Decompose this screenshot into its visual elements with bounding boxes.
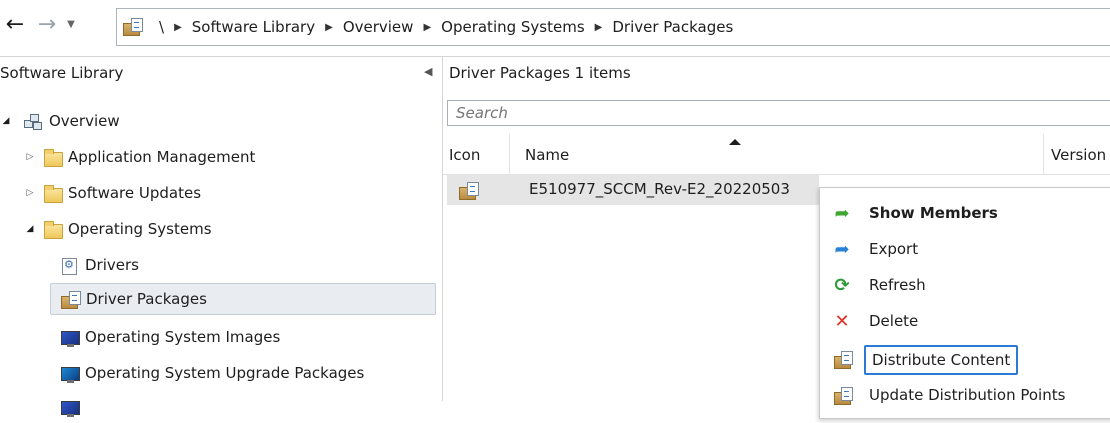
menu-item-label: Refresh: [869, 276, 926, 294]
expanded-triangle-icon[interactable]: ◢: [0, 116, 14, 126]
column-header: Icon Name Version: [443, 132, 1110, 175]
breadcrumb-item-operating-systems[interactable]: Operating Systems: [435, 18, 591, 36]
menu-item-label: Show Members: [869, 204, 998, 222]
menu-item-label: Export: [869, 240, 919, 258]
tree-item-label: Operating System Images: [85, 328, 281, 346]
collapsed-triangle-icon[interactable]: ▷: [22, 188, 38, 198]
tree-item-drivers[interactable]: Drivers: [60, 249, 139, 281]
back-arrow-icon[interactable]: ←: [2, 12, 28, 38]
tree-item-label: Overview: [49, 112, 120, 130]
breadcrumb[interactable]: \ ▶ Software Library ▶ Overview ▶ Operat…: [116, 8, 1110, 46]
sort-ascending-icon: [729, 139, 741, 145]
collapse-pane-icon[interactable]: ◀: [424, 65, 432, 78]
expanded-triangle-icon[interactable]: ◢: [22, 224, 38, 234]
menu-item-show-members[interactable]: ➦ Show Members: [820, 196, 1110, 232]
breadcrumb-separator-icon[interactable]: ▶: [591, 22, 607, 33]
export-icon: ➦: [834, 239, 850, 260]
refresh-icon: ⟳: [834, 275, 850, 296]
tree-item-operating-system-upgrade-packages[interactable]: Operating System Upgrade Packages: [60, 357, 364, 389]
history-dropdown-icon[interactable]: ▼: [64, 12, 78, 38]
context-menu: ➦ Show Members ➦ Export ⟳ Refresh ✕ Dele…: [819, 187, 1110, 419]
folder-icon: [43, 220, 63, 239]
update-distribution-points-icon: [832, 386, 853, 406]
pane-title: Software Library: [0, 64, 124, 82]
distribute-content-icon: [832, 350, 853, 370]
breadcrumb-item-driver-packages[interactable]: Driver Packages: [606, 18, 739, 36]
breadcrumb-root[interactable]: \: [143, 18, 170, 36]
menu-item-refresh[interactable]: ⟳ Refresh: [820, 268, 1110, 304]
os-image-icon: [60, 329, 80, 347]
breadcrumb-item-software-library[interactable]: Software Library: [186, 18, 321, 36]
list-title: Driver Packages 1 items: [449, 64, 631, 82]
tree-item-application-management[interactable]: ▷ Application Management: [22, 141, 255, 173]
driver-icon: [60, 257, 80, 275]
delete-icon: ✕: [834, 311, 850, 332]
console-icon: [123, 18, 143, 36]
menu-item-label: Distribute Content: [864, 345, 1019, 375]
row-name: E510977_SCCM_Rev-E2_20220503: [529, 180, 790, 198]
column-header-name[interactable]: Name: [525, 146, 569, 164]
search-input[interactable]: [447, 100, 1110, 126]
tree-item-software-updates[interactable]: ▷ Software Updates: [22, 177, 201, 209]
tree-item-label: Software Updates: [68, 184, 202, 202]
breadcrumb-separator-icon[interactable]: ▶: [321, 22, 337, 33]
menu-item-delete[interactable]: ✕ Delete: [820, 304, 1110, 340]
tree-item-operating-systems[interactable]: ◢ Operating Systems: [22, 213, 212, 245]
tree-item-label: Application Management: [68, 148, 256, 166]
navigation-pane: Software Library ◀ ◢ Overview ▷ Applicat…: [0, 57, 443, 417]
column-header-icon[interactable]: Icon: [449, 146, 480, 164]
folder-icon: [43, 184, 63, 203]
tree-item-label: Operating System Upgrade Packages: [85, 364, 365, 382]
breadcrumb-separator-icon[interactable]: ▶: [170, 22, 186, 33]
address-bar: ← → ▼ \ ▶ Software Library ▶ Overview ▶ …: [0, 0, 1110, 57]
table-row[interactable]: E510977_SCCM_Rev-E2_20220503: [447, 175, 819, 205]
tree-item-label: Drivers: [85, 256, 139, 274]
tree-item-operating-system-images[interactable]: Operating System Images: [60, 321, 280, 353]
breadcrumb-item-overview[interactable]: Overview: [337, 18, 420, 36]
os-upgrade-package-icon: [60, 365, 80, 383]
column-header-version[interactable]: Version: [1051, 146, 1106, 164]
column-divider[interactable]: [509, 134, 510, 174]
forward-arrow-icon[interactable]: →: [34, 12, 60, 38]
folder-icon: [43, 148, 63, 167]
column-divider[interactable]: [1043, 134, 1044, 174]
show-members-icon: ➦: [834, 203, 850, 224]
breadcrumb-separator-icon[interactable]: ▶: [419, 22, 435, 33]
menu-item-export[interactable]: ➦ Export: [820, 232, 1110, 268]
tree-item-label: Operating Systems: [68, 220, 212, 238]
tree-item-driver-packages[interactable]: Driver Packages: [50, 283, 436, 315]
menu-item-distribute-content[interactable]: Distribute Content: [820, 342, 1110, 378]
collapsed-triangle-icon[interactable]: ▷: [22, 152, 38, 162]
overview-icon: [24, 113, 44, 130]
driver-package-icon: [61, 290, 81, 309]
os-installer-icon: [60, 399, 80, 417]
tree-item-label: Driver Packages: [86, 290, 207, 308]
menu-item-update-distribution-points[interactable]: Update Distribution Points: [820, 378, 1110, 414]
tree-item-overview[interactable]: ◢ Overview: [0, 105, 120, 137]
driver-package-icon: [459, 181, 479, 200]
menu-item-label: Delete: [869, 312, 919, 330]
tree-item-partial[interactable]: [60, 391, 85, 423]
menu-item-label: Update Distribution Points: [869, 386, 1066, 404]
